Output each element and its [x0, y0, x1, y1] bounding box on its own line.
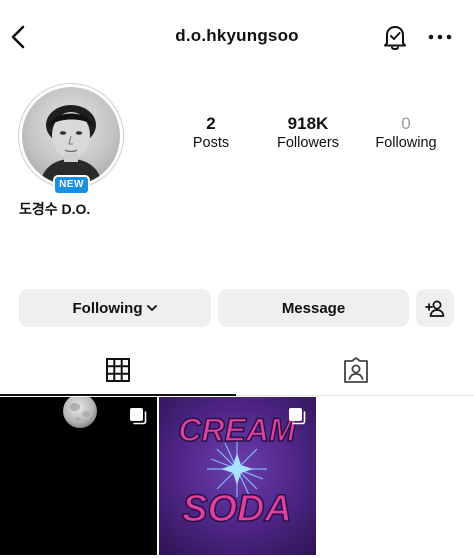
soda-text: SODA [182, 488, 292, 530]
tab-tagged[interactable] [237, 352, 474, 396]
chevron-down-icon [147, 304, 158, 311]
profile-photo [40, 105, 102, 185]
multiple-photos-icon [130, 408, 147, 425]
followers-stat[interactable]: 918K Followers [268, 114, 348, 152]
tab-posts-grid[interactable] [0, 352, 236, 396]
posts-label: Posts [192, 135, 230, 151]
tagged-icon [343, 357, 368, 383]
following-button-label: Following [72, 299, 143, 317]
display-name: 도경수 D.O. [19, 201, 91, 217]
cream-text: CREAM [178, 412, 297, 448]
add-person-icon [425, 300, 445, 317]
following-label: Following [375, 135, 437, 151]
more-options-icon[interactable] [426, 28, 454, 46]
posts-count: 2 [206, 114, 216, 133]
suggested-users-button[interactable] [416, 289, 454, 327]
following-stat[interactable]: 0 Following [368, 114, 444, 152]
followers-label: Followers [276, 135, 340, 151]
avatar[interactable] [22, 87, 120, 185]
following-count: 0 [401, 114, 411, 133]
moon-photo-post[interactable] [0, 397, 157, 555]
notification-bell-icon[interactable] [381, 22, 409, 52]
following-button[interactable]: Following [19, 289, 211, 327]
cream-soda-post[interactable]: CREAM SODA [159, 397, 316, 555]
followers-count: 918K [287, 114, 329, 133]
multiple-photos-icon [289, 408, 306, 425]
grid-icon [106, 358, 130, 382]
message-button-label: Message [281, 299, 346, 317]
new-badge: NEW [53, 175, 90, 195]
message-button[interactable]: Message [218, 289, 409, 327]
posts-stat[interactable]: 2 Posts [180, 114, 242, 152]
